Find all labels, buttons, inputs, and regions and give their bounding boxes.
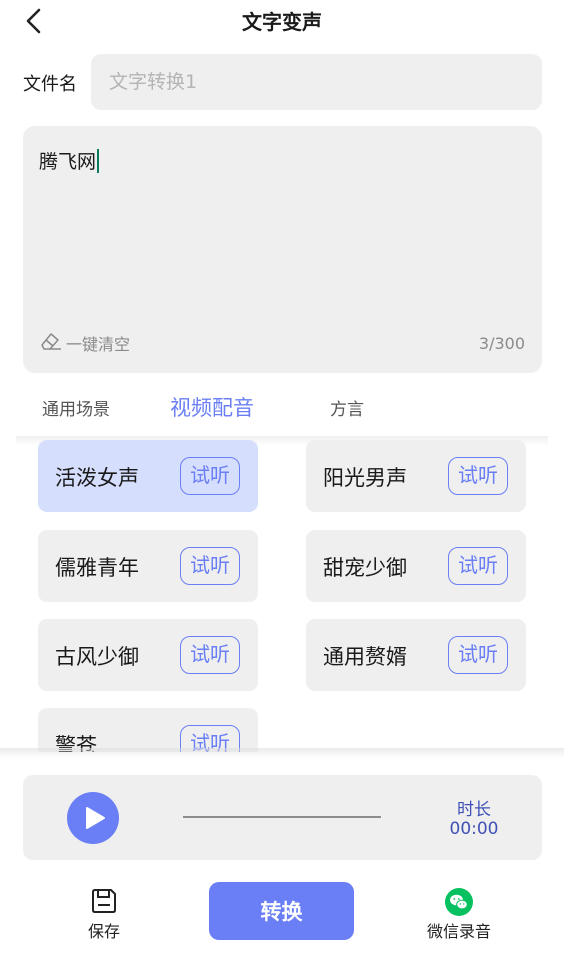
listen-button[interactable]: 试听 (448, 636, 508, 674)
listen-button[interactable]: 试听 (180, 547, 240, 585)
audio-player: 时长 00:00 (23, 775, 542, 860)
text-editor-value: 腾飞网 (39, 151, 97, 173)
save-label: 保存 (87, 922, 120, 941)
tab-dialect[interactable]: 方言 (330, 395, 364, 420)
wechat-record-button[interactable]: 微信录音 (418, 888, 500, 944)
text-caret (97, 149, 100, 173)
play-icon (86, 807, 105, 829)
voice-card[interactable]: 活泼女声 试听 (38, 440, 258, 512)
char-count: 3/300 (478, 334, 525, 353)
listen-button[interactable]: 试听 (448, 547, 508, 585)
text-editor-content[interactable]: 腾飞网 (39, 147, 100, 174)
progress-bar[interactable] (183, 816, 381, 818)
wechat-icon (445, 888, 473, 916)
tab-video-dubbing[interactable]: 视频配音 (170, 392, 254, 422)
voice-category-tabs: 通用场景 视频配音 方言 (0, 385, 564, 441)
filename-label: 文件名 (23, 74, 77, 95)
voice-name: 阳光男声 (323, 466, 407, 490)
text-editor[interactable]: 腾飞网 一键清空 3/300 (23, 126, 542, 373)
voice-name: 通用赘婿 (323, 645, 407, 669)
voice-name: 古风少御 (55, 645, 139, 669)
listen-button[interactable]: 试听 (448, 457, 508, 495)
clear-all-button[interactable]: 一键清空 (39, 331, 130, 355)
voice-name: 儒雅青年 (55, 556, 139, 580)
voice-card[interactable]: 通用赘婿 试听 (306, 619, 526, 691)
voice-card[interactable]: 甜宠少御 试听 (306, 530, 526, 602)
listen-button[interactable]: 试听 (180, 636, 240, 674)
duration-value: 00:00 (449, 819, 499, 839)
clear-all-label: 一键清空 (66, 335, 131, 354)
voice-name: 甜宠少御 (323, 556, 407, 580)
voice-card[interactable]: 古风少御 试听 (38, 619, 258, 691)
header: 文字变声 (0, 0, 564, 40)
bottom-panel-divider (0, 748, 564, 758)
voice-card[interactable]: 警苍 试听 (38, 708, 258, 752)
duration-label: 时长 (457, 800, 491, 820)
page-title: 文字变声 (242, 10, 322, 34)
filename-input[interactable] (91, 54, 542, 110)
voice-card[interactable]: 儒雅青年 试听 (38, 530, 258, 602)
convert-button[interactable]: 转换 (209, 882, 354, 940)
eraser-icon (39, 330, 63, 356)
wechat-record-label: 微信录音 (426, 922, 491, 941)
voice-list[interactable]: 活泼女声 试听 阳光男声 试听 儒雅青年 试听 甜宠少御 试听 古风少御 试听 … (0, 440, 564, 752)
action-bar: 保存 转换 微信录音 (0, 880, 564, 950)
floppy-disk-icon (92, 889, 116, 913)
voice-name: 活泼女声 (55, 466, 139, 490)
listen-button[interactable]: 试听 (180, 457, 240, 495)
tab-general[interactable]: 通用场景 (42, 395, 110, 420)
voice-card[interactable]: 阳光男声 试听 (306, 440, 526, 512)
save-button[interactable]: 保存 (78, 885, 130, 941)
play-button[interactable] (67, 792, 119, 844)
